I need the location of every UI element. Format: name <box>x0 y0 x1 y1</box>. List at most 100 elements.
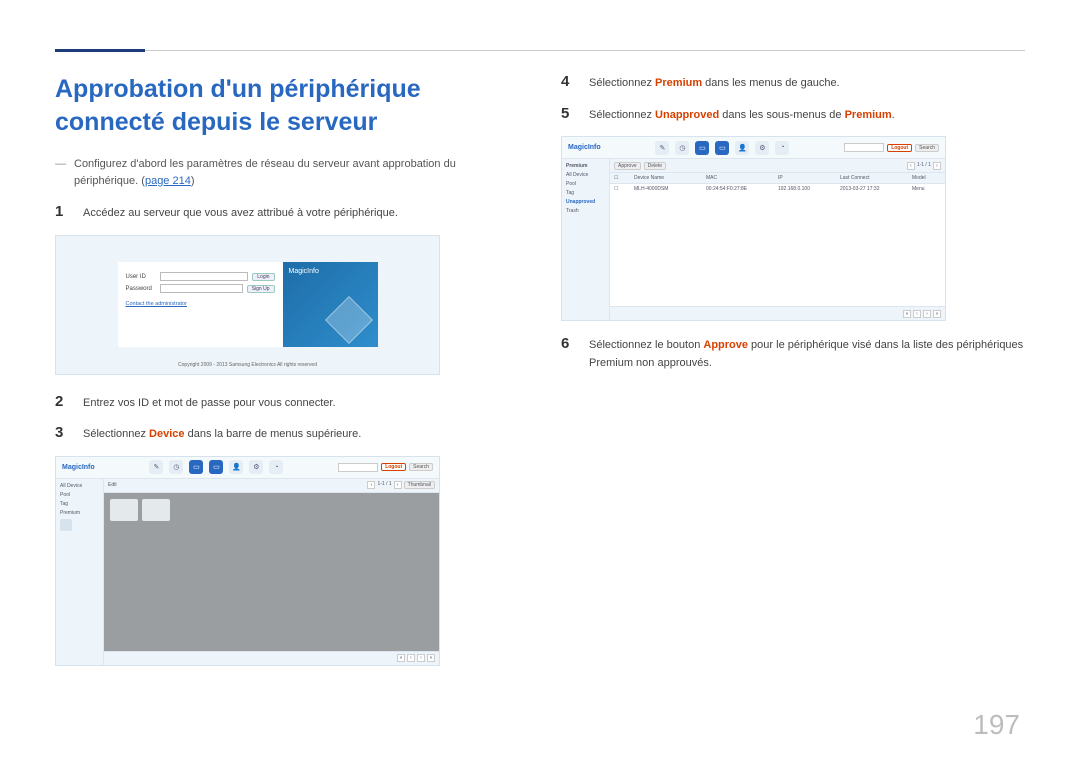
thumb-toggle[interactable]: Thumbnail <box>404 481 435 489</box>
pager-first[interactable]: « <box>397 654 405 662</box>
sidebar-unapproved[interactable]: Unapproved <box>566 199 605 205</box>
step-5-text: Sélectionnez Unapproved dans les sous-me… <box>589 105 895 125</box>
step-2-text: Entrez vos ID et mot de passe pour vous … <box>83 393 336 413</box>
step-number: 6 <box>561 335 575 372</box>
login-screenshot: User ID Login Password Sign Up Contact t… <box>55 235 440 375</box>
sidebar-item[interactable]: All Device <box>566 172 605 178</box>
pager-next[interactable]: › <box>933 162 941 170</box>
nav-setting-icon[interactable]: ⚙ <box>755 141 769 155</box>
signup-button[interactable]: Sign Up <box>247 285 275 293</box>
sidebar: Premium All Device Pool Tag Unapproved T… <box>562 159 610 320</box>
magicinfo-brand: MagicInfo <box>568 144 601 151</box>
nav-stat-icon[interactable]: ◔ <box>269 460 283 474</box>
sidebar-item[interactable]: Tag <box>60 501 99 507</box>
header-rule <box>55 50 1025 51</box>
pager-first[interactable]: « <box>903 310 911 318</box>
step-6-text: Sélectionnez le bouton Approve pour le p… <box>589 335 1025 372</box>
config-note-text: Configurez d'abord les paramètres de rés… <box>74 158 456 187</box>
step-5: 5 Sélectionnez Unapproved dans les sous-… <box>561 105 1025 125</box>
step-3-text: Sélectionnez Device dans la barre de men… <box>83 424 361 444</box>
left-column: Approbation d'un périphérique connecté d… <box>55 73 519 680</box>
device-tile[interactable] <box>142 499 170 521</box>
pager-info: 1-1 / 1 <box>377 481 391 489</box>
step-1: 1 Accédez au serveur que vous avez attri… <box>55 203 519 223</box>
pager-prev[interactable]: ‹ <box>913 310 921 318</box>
step-6: 6 Sélectionnez le bouton Approve pour le… <box>561 335 1025 372</box>
search-input[interactable] <box>844 143 884 152</box>
main-panel: Edit ‹ 1-1 / 1 › Thumbnail <box>104 479 439 665</box>
sidebar-item[interactable]: Pool <box>566 181 605 187</box>
nav-device2-icon[interactable]: ▭ <box>715 141 729 155</box>
device-tile[interactable] <box>110 499 138 521</box>
dash-icon: ― <box>55 156 66 189</box>
step-2: 2 Entrez vos ID et mot de passe pour vou… <box>55 393 519 413</box>
step-number: 4 <box>561 73 575 93</box>
unapproved-screenshot: MagicInfo ✎ ◷ ▭ ▭ 👤 ⚙ ◔ Logout Search <box>561 136 946 321</box>
pager-last[interactable]: » <box>427 654 435 662</box>
delete-button[interactable]: Delete <box>644 162 666 170</box>
nav-device2-icon[interactable]: ▭ <box>209 460 223 474</box>
nav-content-icon[interactable]: ✎ <box>149 460 163 474</box>
step-number: 2 <box>55 393 69 413</box>
sidebar-item[interactable]: Premium <box>60 510 99 516</box>
login-button[interactable]: Login <box>252 273 274 281</box>
device-thumb-icon <box>60 519 72 531</box>
nav-menu: ✎ ◷ ▭ ▭ 👤 ⚙ ◔ <box>149 460 283 474</box>
right-column: 4 Sélectionnez Premium dans les menus de… <box>561 73 1025 680</box>
step-number: 5 <box>561 105 575 125</box>
pager-last[interactable]: » <box>933 310 941 318</box>
page-link[interactable]: page 214 <box>145 175 191 187</box>
password-input[interactable] <box>160 284 243 293</box>
magicinfo-brand: MagicInfo <box>289 268 372 275</box>
table-row[interactable]: ☐ MLH-4000DSM 00:24:54:F0:27:8E 192.168.… <box>610 184 945 194</box>
sidebar-item[interactable]: Pool <box>60 492 99 498</box>
logout-button[interactable]: Logout <box>887 144 912 152</box>
nav-user-icon[interactable]: 👤 <box>229 460 243 474</box>
user-id-label: User ID <box>126 274 156 280</box>
copyright-text: Copyright 2009 - 2013 Samsung Electronic… <box>56 362 439 368</box>
nav-menu: ✎ ◷ ▭ ▭ 👤 ⚙ ◔ <box>655 141 789 155</box>
pager-prev[interactable]: ‹ <box>407 654 415 662</box>
step-4-text: Sélectionnez Premium dans les menus de g… <box>589 73 840 93</box>
sidebar-item[interactable]: Tag <box>566 190 605 196</box>
search-button[interactable]: Search <box>915 144 939 152</box>
step-4: 4 Sélectionnez Premium dans les menus de… <box>561 73 1025 93</box>
search-button[interactable]: Search <box>409 463 433 471</box>
step-number: 3 <box>55 424 69 444</box>
nav-schedule-icon[interactable]: ◷ <box>675 141 689 155</box>
page-number: 197 <box>973 709 1020 741</box>
pager-prev[interactable]: ‹ <box>367 481 375 489</box>
toolbar-edit[interactable]: Edit <box>108 482 117 488</box>
sidebar-item[interactable]: All Device <box>60 483 99 489</box>
user-id-input[interactable] <box>160 272 249 281</box>
pager-next[interactable]: › <box>417 654 425 662</box>
magicinfo-brand: MagicInfo <box>62 464 95 471</box>
password-label: Password <box>126 286 156 292</box>
sidebar-item[interactable]: Trash <box>566 208 605 214</box>
approve-button[interactable]: Approve <box>614 162 641 170</box>
page-title: Approbation d'un périphérique connecté d… <box>55 73 519 138</box>
table-header: ☐ Device Name MAC IP Last Connect Model <box>610 173 945 184</box>
sidebar: All Device Pool Tag Premium <box>56 479 104 665</box>
step-number: 1 <box>55 203 69 223</box>
nav-device-icon[interactable]: ▭ <box>189 460 203 474</box>
contact-admin-link[interactable]: Contact the administrator <box>126 301 275 307</box>
nav-device-icon[interactable]: ▭ <box>695 141 709 155</box>
step-1-text: Accédez au serveur que vous avez attribu… <box>83 203 398 223</box>
sidebar-premium[interactable]: Premium <box>566 163 605 169</box>
nav-stat-icon[interactable]: ◔ <box>775 141 789 155</box>
pager-info: 1-1 / 1 <box>917 162 931 170</box>
logout-button[interactable]: Logout <box>381 463 406 471</box>
nav-schedule-icon[interactable]: ◷ <box>169 460 183 474</box>
cube-icon <box>324 296 372 344</box>
pager-prev[interactable]: ‹ <box>907 162 915 170</box>
step-3: 3 Sélectionnez Device dans la barre de m… <box>55 424 519 444</box>
pager-next[interactable]: › <box>923 310 931 318</box>
search-input[interactable] <box>338 463 378 472</box>
nav-content-icon[interactable]: ✎ <box>655 141 669 155</box>
nav-user-icon[interactable]: 👤 <box>735 141 749 155</box>
device-screenshot: MagicInfo ✎ ◷ ▭ ▭ 👤 ⚙ ◔ Logout Search <box>55 456 440 666</box>
nav-setting-icon[interactable]: ⚙ <box>249 460 263 474</box>
config-note: ― Configurez d'abord les paramètres de r… <box>55 156 519 189</box>
pager-next[interactable]: › <box>394 481 402 489</box>
